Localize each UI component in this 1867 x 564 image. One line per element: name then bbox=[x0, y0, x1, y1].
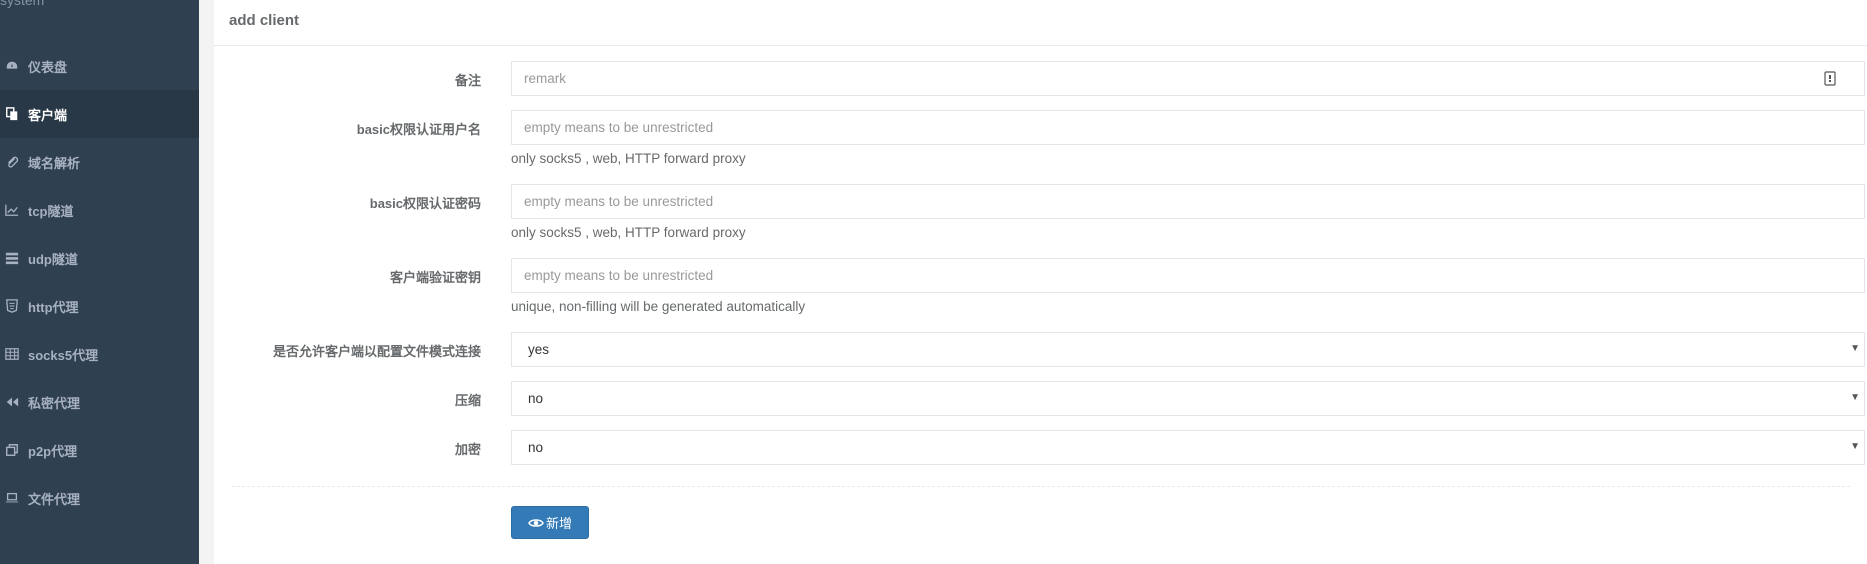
sidebar-item-label: 私密代理 bbox=[28, 395, 81, 411]
sidebar-item-socks5[interactable]: socks5代理 bbox=[0, 330, 199, 378]
sidebar-item-udp[interactable]: udp隧道 bbox=[0, 234, 199, 282]
laptop-icon bbox=[4, 490, 20, 506]
config-conn-select[interactable]: yes ▼ bbox=[511, 332, 1865, 367]
crypt-select[interactable]: no ▼ bbox=[511, 430, 1865, 465]
paperclip-icon bbox=[4, 154, 20, 170]
sidebar-item-label: 文件代理 bbox=[28, 491, 81, 507]
dashboard-icon bbox=[4, 58, 20, 74]
sidebar-item-label: p2p代理 bbox=[28, 443, 78, 459]
compress-value: no bbox=[528, 391, 544, 406]
sidebar-item-dashboard[interactable]: 仪表盘 bbox=[0, 42, 199, 90]
add-button-label: 新增 bbox=[545, 516, 572, 531]
verify-key-placeholder: empty means to be unrestricted bbox=[524, 268, 714, 283]
eye-icon bbox=[528, 518, 544, 527]
basic-password-label: basic权限认证密码 bbox=[369, 196, 481, 211]
basic-user-label: basic权限认证用户名 bbox=[356, 122, 481, 137]
sidebar-item-clients[interactable]: 客户端 bbox=[0, 90, 199, 138]
add-button[interactable]: 新增 bbox=[511, 506, 589, 539]
compress-select[interactable]: no ▼ bbox=[511, 381, 1865, 416]
basic-password-placeholder: empty means to be unrestricted bbox=[524, 194, 714, 209]
sidebar-item-label: socks5代理 bbox=[28, 347, 99, 363]
form-divider bbox=[232, 486, 1850, 487]
sidebar-item-label: 仪表盘 bbox=[28, 59, 68, 75]
title-divider bbox=[214, 45, 1867, 46]
copy-icon bbox=[4, 106, 20, 122]
verify-key-input[interactable]: empty means to be unrestricted bbox=[511, 258, 1865, 293]
sidebar-item-http[interactable]: http代理 bbox=[0, 282, 199, 330]
compress-label: 压缩 bbox=[454, 393, 481, 408]
crypt-label: 加密 bbox=[454, 442, 481, 457]
line-chart-icon bbox=[4, 202, 20, 218]
config-conn-label: 是否允许客户端以配置文件模式连接 bbox=[272, 344, 481, 359]
backward-icon bbox=[4, 394, 20, 410]
sidebar: system 仪表盘 客户端 域名解析 tcp隧道 udp隧道 http代理 s… bbox=[0, 0, 199, 564]
caret-down-icon: ▼ bbox=[1850, 441, 1860, 452]
sidebar-item-label: http代理 bbox=[28, 299, 79, 315]
table-icon bbox=[4, 346, 20, 362]
sidebar-item-file[interactable]: 文件代理 bbox=[0, 474, 199, 522]
caret-down-icon: ▼ bbox=[1850, 343, 1860, 354]
crypt-value: no bbox=[528, 440, 544, 455]
sidebar-item-label: tcp隧道 bbox=[28, 203, 74, 219]
clone-icon bbox=[4, 442, 20, 458]
panel-title: add client bbox=[229, 12, 300, 29]
remark-input[interactable]: remark bbox=[511, 61, 1865, 96]
sidebar-item-label: 域名解析 bbox=[28, 155, 81, 171]
sidebar-item-secret[interactable]: 私密代理 bbox=[0, 378, 199, 426]
basic-user-help: only socks5 , web, HTTP forward proxy bbox=[511, 151, 746, 166]
remark-placeholder: remark bbox=[524, 71, 567, 86]
brand-text: system bbox=[0, 0, 45, 8]
html5-icon bbox=[4, 298, 20, 314]
sidebar-item-label: 客户端 bbox=[28, 107, 68, 123]
server-icon bbox=[4, 250, 20, 266]
remark-label: 备注 bbox=[454, 73, 481, 88]
note-icon[interactable] bbox=[1824, 71, 1836, 86]
sidebar-item-tcp[interactable]: tcp隧道 bbox=[0, 186, 199, 234]
caret-down-icon: ▼ bbox=[1850, 392, 1860, 403]
basic-user-placeholder: empty means to be unrestricted bbox=[524, 120, 714, 135]
sidebar-item-label: udp隧道 bbox=[28, 251, 78, 267]
verify-key-help: unique, non-filling will be generated au… bbox=[511, 299, 806, 314]
verify-key-label: 客户端验证密钥 bbox=[389, 270, 481, 285]
sidebar-item-p2p[interactable]: p2p代理 bbox=[0, 426, 199, 474]
basic-password-help: only socks5 , web, HTTP forward proxy bbox=[511, 225, 746, 240]
basic-password-input[interactable]: empty means to be unrestricted bbox=[511, 184, 1865, 219]
basic-user-input[interactable]: empty means to be unrestricted bbox=[511, 110, 1865, 145]
add-client-panel: add client 备注 remark basic权限认证用户名 empty … bbox=[214, 0, 1867, 564]
config-conn-value: yes bbox=[528, 342, 550, 357]
sidebar-item-domain[interactable]: 域名解析 bbox=[0, 138, 199, 186]
